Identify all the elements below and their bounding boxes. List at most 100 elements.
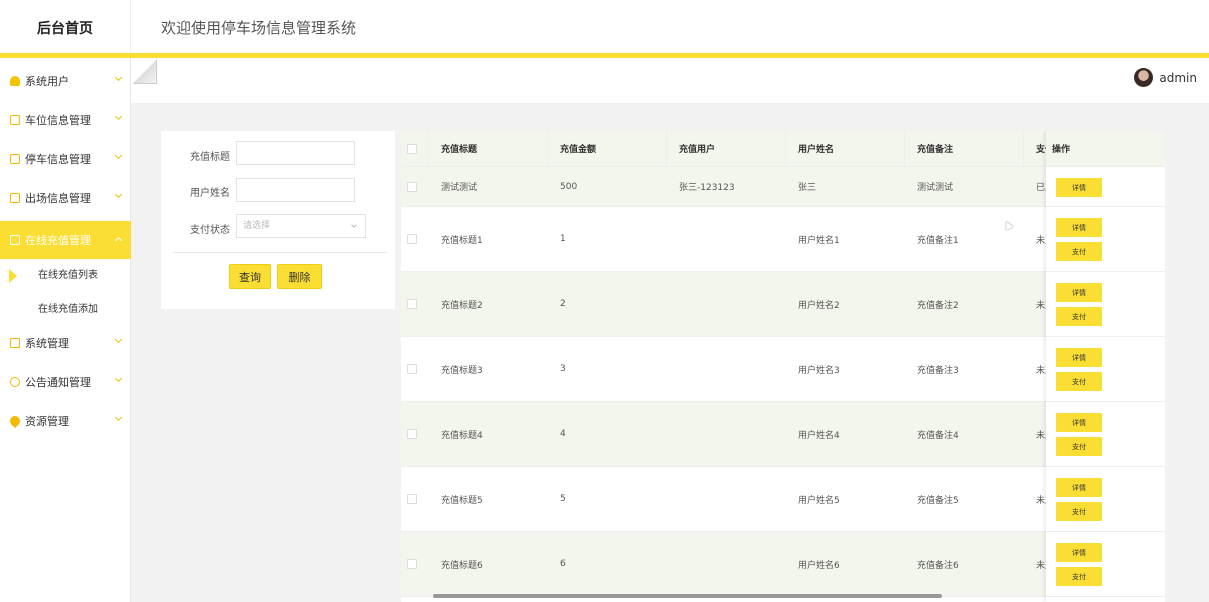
sidebar-item-online-recharge[interactable]: 在线充值管理 xyxy=(0,221,131,259)
actions-cell: 详情 支付 xyxy=(1046,337,1165,402)
select-all-checkbox[interactable] xyxy=(407,131,417,166)
sidebar: 系统用户 车位信息管理 停车信息管理 出场信息管理 在线充值管理 在线充值列表 … xyxy=(0,58,131,602)
info-icon xyxy=(10,377,20,387)
cell-remark: 充值备注1 xyxy=(917,235,959,246)
row-checkbox[interactable] xyxy=(407,402,417,466)
header-pay[interactable]: 支付 xyxy=(1036,131,1046,166)
site-title: 欢迎使用停车场信息管理系统 xyxy=(161,19,357,37)
cell-user: 张三-123123 xyxy=(679,183,735,193)
sidebar-item-parking-info[interactable]: 停车信息管理 xyxy=(0,140,131,178)
top-header: 后台首页 欢迎使用停车场信息管理系统 xyxy=(0,0,1209,56)
cell-amount: 500 xyxy=(560,181,578,192)
cell-name: 用户姓名5 xyxy=(798,495,840,506)
user-menu[interactable]: admin xyxy=(1134,68,1197,87)
pay-button[interactable]: 支付 xyxy=(1056,242,1102,261)
username-input[interactable] xyxy=(236,178,355,202)
actions-cell: 详情 支付 xyxy=(1046,207,1165,272)
square-icon xyxy=(10,154,20,164)
title-input[interactable] xyxy=(236,141,355,165)
cell-pay: 未支 xyxy=(1036,235,1046,246)
cell-pay: 未支 xyxy=(1036,365,1046,376)
sidebar-item-label: 资源管理 xyxy=(25,415,69,428)
detail-button[interactable]: 详情 xyxy=(1056,178,1102,197)
sub-header: admin xyxy=(131,58,1209,103)
row-checkbox[interactable] xyxy=(407,467,417,531)
cell-pay: 未支 xyxy=(1036,495,1046,506)
sidebar-item-label: 车位信息管理 xyxy=(25,114,91,127)
pay-status-placeholder: 请选择 xyxy=(243,221,271,231)
detail-button[interactable]: 详情 xyxy=(1056,413,1102,432)
row-checkbox[interactable] xyxy=(407,337,417,401)
sidebar-subitem-recharge-add[interactable]: 在线充值添加 xyxy=(0,293,131,327)
pay-button[interactable]: 支付 xyxy=(1056,502,1102,521)
sidebar-item-parking-spaces[interactable]: 车位信息管理 xyxy=(0,101,131,139)
detail-button[interactable]: 详情 xyxy=(1056,348,1102,367)
cell-remark: 充值备注6 xyxy=(917,560,959,571)
square-icon xyxy=(10,235,20,245)
cell-amount: 4 xyxy=(560,429,566,439)
pay-button[interactable]: 支付 xyxy=(1056,307,1102,326)
actions-cell: 详情 支付 xyxy=(1046,467,1165,532)
header-title[interactable]: 充值标题 xyxy=(441,131,477,166)
sidebar-item-label: 停车信息管理 xyxy=(25,153,91,166)
horizontal-scrollbar[interactable] xyxy=(433,594,942,598)
sidebar-subitem-recharge-list[interactable]: 在线充值列表 xyxy=(0,259,131,293)
query-button[interactable]: 查询 xyxy=(229,264,271,289)
cell-name: 用户姓名6 xyxy=(798,560,840,571)
username-label: 用户姓名 xyxy=(190,188,230,199)
cell-amount: 1 xyxy=(560,234,566,244)
pay-button[interactable]: 支付 xyxy=(1056,372,1102,391)
chevron-down-icon xyxy=(114,335,123,344)
sidebar-item-label: 出场信息管理 xyxy=(25,192,91,205)
delete-button[interactable]: 删除 xyxy=(277,264,322,289)
chevron-down-icon xyxy=(114,151,123,160)
row-checkbox[interactable] xyxy=(407,167,417,206)
cell-remark: 充值备注5 xyxy=(917,495,959,506)
header-amount[interactable]: 充值金额 xyxy=(560,131,596,166)
cell-amount: 2 xyxy=(560,299,566,309)
cell-title: 测试测试 xyxy=(441,183,478,193)
chevron-down-icon xyxy=(114,73,123,82)
home-logo[interactable]: 后台首页 xyxy=(0,0,131,56)
cell-name: 用户姓名3 xyxy=(798,365,840,376)
pay-status-select[interactable]: 请选择 xyxy=(236,214,366,238)
square-icon xyxy=(10,115,20,125)
chevron-down-icon xyxy=(351,222,357,228)
sidebar-item-system-management[interactable]: 系统管理 xyxy=(0,324,131,362)
detail-button[interactable]: 详情 xyxy=(1056,478,1102,497)
cell-title: 充值标题6 xyxy=(441,560,483,571)
search-panel: 充值标题 用户姓名 支付状态 请选择 查询 删除 xyxy=(161,131,395,309)
pay-button[interactable]: 支付 xyxy=(1056,567,1102,586)
cell-title: 充值标题1 xyxy=(441,235,483,246)
detail-button[interactable]: 详情 xyxy=(1056,218,1102,237)
sidebar-item-system-users[interactable]: 系统用户 xyxy=(0,62,131,100)
row-checkbox[interactable] xyxy=(407,207,417,271)
cell-title: 充值标题3 xyxy=(441,365,483,376)
header-actions: 操作 xyxy=(1046,131,1165,167)
sidebar-item-label: 在线充值管理 xyxy=(25,234,91,247)
cell-remark: 充值备注4 xyxy=(917,430,959,441)
detail-button[interactable]: 详情 xyxy=(1056,543,1102,562)
sidebar-item-resources[interactable]: 资源管理 xyxy=(0,402,131,440)
sidebar-item-announcements[interactable]: 公告通知管理 xyxy=(0,363,131,401)
cell-remark: 测试测试 xyxy=(917,183,954,193)
sidebar-toggle-icon[interactable] xyxy=(133,60,157,84)
pay-status-label: 支付状态 xyxy=(190,225,230,236)
pay-button[interactable]: 支付 xyxy=(1056,437,1102,456)
cell-pay: 未支 xyxy=(1036,300,1046,311)
sidebar-subitem-label: 在线充值添加 xyxy=(38,304,98,315)
username: admin xyxy=(1159,70,1197,85)
chevron-down-icon xyxy=(114,112,123,121)
header-remark[interactable]: 充值备注 xyxy=(917,131,953,166)
cell-pay: 未支 xyxy=(1036,430,1046,441)
header-name[interactable]: 用户姓名 xyxy=(798,131,834,166)
header-user[interactable]: 充值用户 xyxy=(679,131,715,166)
detail-button[interactable]: 详情 xyxy=(1056,283,1102,302)
sidebar-item-exit-info[interactable]: 出场信息管理 xyxy=(0,179,131,217)
row-checkbox[interactable] xyxy=(407,532,417,596)
actions-cell: 详情 支付 xyxy=(1046,272,1165,337)
sidebar-item-label: 系统管理 xyxy=(25,337,69,350)
cell-pay: 已支 xyxy=(1036,183,1046,193)
active-arrow-icon xyxy=(9,269,17,283)
row-checkbox[interactable] xyxy=(407,272,417,336)
